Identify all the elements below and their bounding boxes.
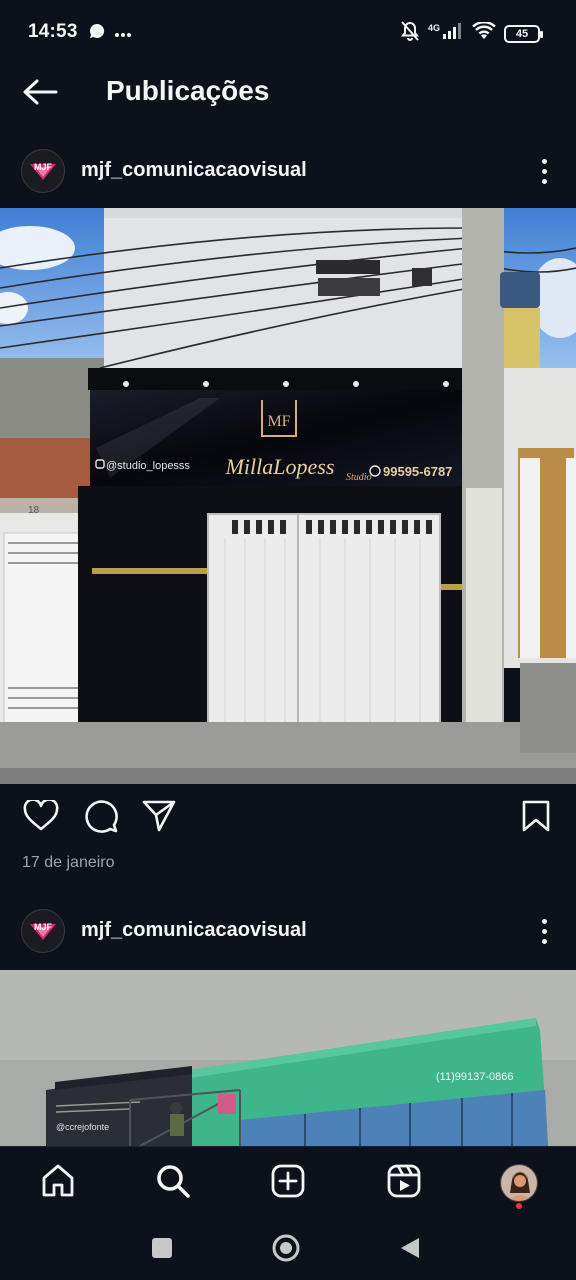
notification-dot <box>516 1203 522 1209</box>
comment-icon <box>83 798 119 839</box>
post-image[interactable]: (11)99137-0866 @ccrejofonte <box>0 970 576 1146</box>
post-header: MJF mjf_comunicacaovisual <box>0 140 576 202</box>
save-button[interactable] <box>514 796 558 840</box>
home-button[interactable] <box>266 1230 306 1270</box>
sign-phone: 99595-6787 <box>383 464 452 479</box>
square-icon <box>151 1237 173 1264</box>
more-options-button[interactable] <box>532 913 556 949</box>
more-dots-icon <box>114 25 132 43</box>
avatar[interactable]: MJF <box>21 149 65 193</box>
recents-button[interactable] <box>142 1230 182 1270</box>
heart-icon <box>23 797 59 837</box>
post-username[interactable]: mjf_comunicacaovisual <box>81 919 307 942</box>
post-username[interactable]: mjf_comunicacaovisual <box>81 159 307 182</box>
post-actions <box>0 790 576 848</box>
post-date: 17 de janeiro <box>22 854 115 871</box>
nav-reels[interactable] <box>378 1159 430 1207</box>
signal-icon <box>442 22 464 45</box>
nav-profile[interactable] <box>493 1159 545 1209</box>
share-button[interactable] <box>137 796 181 840</box>
svg-text:MJF: MJF <box>34 162 53 172</box>
nav-search[interactable] <box>147 1159 199 1207</box>
triangle-back-icon <box>399 1236 421 1265</box>
whatsapp-icon <box>88 22 106 45</box>
more-vert-icon <box>541 158 547 164</box>
post-image[interactable]: 18 MF MillaLopess Studio @studio_lopesss… <box>0 208 576 784</box>
system-nav <box>0 1218 576 1280</box>
home-icon <box>40 1163 76 1204</box>
nav-home[interactable] <box>32 1159 84 1207</box>
svg-text:MJF: MJF <box>34 922 53 932</box>
sign-handle: @studio_lopesss <box>106 460 190 472</box>
app-header: Publicações <box>0 64 576 124</box>
facade-handle: @ccrejofonte <box>56 1122 109 1132</box>
reels-icon <box>386 1163 422 1204</box>
battery-level: 45 <box>515 27 529 40</box>
sign-monogram: MF <box>267 413 290 430</box>
sign-brand: MillaLopess <box>225 454 335 479</box>
more-options-button[interactable] <box>532 153 556 189</box>
post-header: MJF mjf_comunicacaovisual <box>0 900 576 962</box>
arrow-left-icon <box>22 78 58 111</box>
storefront-photo: 18 MF MillaLopess Studio @studio_lopesss… <box>0 208 576 784</box>
circle-icon <box>271 1233 301 1268</box>
brand-logo-icon: MJF <box>30 162 56 180</box>
share-icon <box>141 799 177 838</box>
create-post-icon <box>270 1163 306 1204</box>
avatar[interactable]: MJF <box>21 909 65 953</box>
sign-brand-sub: Studio <box>346 472 372 483</box>
bottom-nav <box>0 1146 576 1218</box>
network-type: 4G <box>427 22 440 33</box>
back-button[interactable] <box>18 74 62 114</box>
search-icon <box>155 1163 191 1204</box>
facade-phone: (11)99137-0866 <box>436 1071 513 1083</box>
building-photo: (11)99137-0866 @ccrejofonte <box>0 970 576 1146</box>
nav-create[interactable] <box>262 1159 314 1207</box>
comment-button[interactable] <box>79 796 123 840</box>
status-time: 14:53 <box>28 21 78 42</box>
profile-avatar <box>500 1164 538 1202</box>
status-bar: 14:53 4G 45 <box>0 0 576 64</box>
mute-icon <box>400 20 420 47</box>
wifi-icon <box>472 20 496 45</box>
more-vert-icon <box>541 918 547 924</box>
bookmark-icon <box>521 799 551 838</box>
system-back-button[interactable] <box>390 1230 430 1270</box>
brand-logo-icon: MJF <box>30 922 56 940</box>
battery-icon: 45 <box>504 24 543 43</box>
page-title: Publicações <box>106 75 270 106</box>
like-button[interactable] <box>19 796 63 840</box>
house-number: 18 <box>28 505 40 516</box>
